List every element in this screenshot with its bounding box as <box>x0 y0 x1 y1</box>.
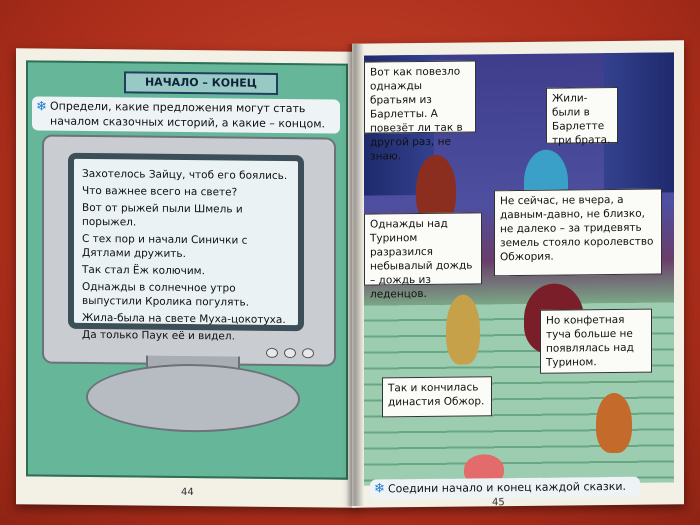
left-page-illustration: НАЧАЛО – КОНЕЦ ❄ Определи, какие предлож… <box>26 60 348 480</box>
task-instruction: ❄ Соедини начало и конец каждой сказки. <box>370 476 640 500</box>
left-page: НАЧАЛО – КОНЕЦ ❄ Определи, какие предлож… <box>16 48 356 508</box>
story-bubble: Не сейчас, не вчера, а давным-давно, не … <box>494 188 662 277</box>
monitor-stand <box>86 362 300 434</box>
screen-line: Однажды в солнечное утро выпустили Кроли… <box>82 280 250 309</box>
character-figure <box>596 392 632 454</box>
snowflake-icon: ❄ <box>374 481 385 497</box>
task-instruction: ❄ Определи, какие предложения могут стат… <box>32 96 340 134</box>
story-bubble: Но конфетная туча больше не появлялась н… <box>540 308 652 374</box>
monitor-illustration: Захотелось Зайцу, чтоб его боялись. Что … <box>42 134 336 367</box>
screen-line: Захотелось Зайцу, чтоб его боялись. <box>82 167 288 183</box>
open-book: НАЧАЛО – КОНЕЦ ❄ Определи, какие предлож… <box>10 38 684 508</box>
task-text: Соедини начало и конец каждой сказки. <box>388 479 627 496</box>
character-figure <box>446 294 480 365</box>
screen-line: Вот от рыжей пыли Шмель и порыжел. <box>82 201 243 229</box>
right-page-illustration: Вот как повезло однажды братьям из Барле… <box>364 52 674 486</box>
monitor-button-icon <box>266 347 278 358</box>
snowflake-icon: ❄ <box>36 99 47 115</box>
page-number: 45 <box>492 497 505 509</box>
screen-line: Что важнее всего на свете? <box>82 184 238 199</box>
monitor-screen: Захотелось Зайцу, чтоб его боялись. Что … <box>68 152 304 343</box>
page-number: 44 <box>181 486 194 499</box>
story-bubble: Вот как повезло однажды братьям из Барле… <box>364 60 476 163</box>
page-title: НАЧАЛО – КОНЕЦ <box>124 71 278 95</box>
story-bubble: Жили-были в Барлетте три брата. <box>546 86 618 147</box>
monitor-button-icon <box>284 348 296 359</box>
monitor-button-icon <box>302 348 314 359</box>
story-bubble: Так и кончилась династия Обжор. <box>382 376 492 418</box>
screen-line: С тех пор и начали Синички с Дятлами дру… <box>82 232 248 260</box>
right-page: Вот как повезло однажды братьям из Барле… <box>352 40 684 509</box>
monitor-buttons <box>266 347 314 359</box>
story-bubble: Однажды над Турином разразился небывалый… <box>364 212 482 301</box>
task-text: Определи, какие предложения могут стать … <box>50 99 325 131</box>
screen-line: Жила-была на свете Муха-цокотуха. <box>82 311 286 327</box>
book-spine <box>346 44 364 506</box>
screen-line: Так стал Ёж колючим. <box>82 263 205 278</box>
screen-line: Да только Паук её и видел. <box>82 328 235 343</box>
photo-scene: НАЧАЛО – КОНЕЦ ❄ Определи, какие предлож… <box>0 0 700 525</box>
